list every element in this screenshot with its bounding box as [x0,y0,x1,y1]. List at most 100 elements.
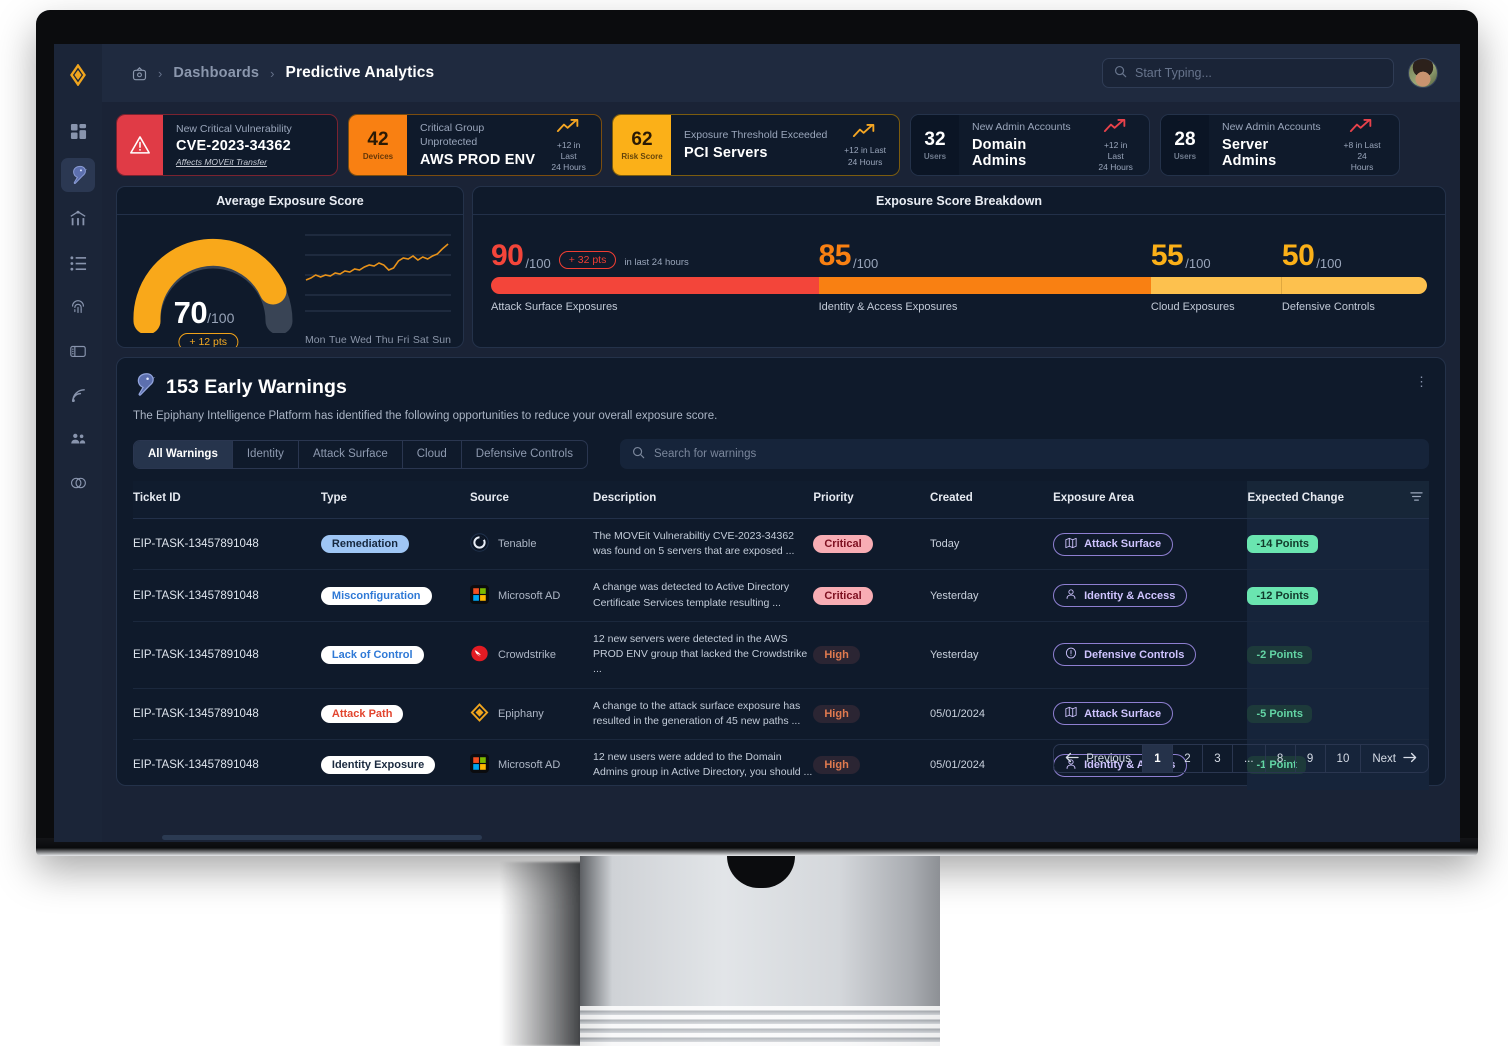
tab-defensive-controls[interactable]: Defensive Controls [462,441,587,468]
pagination-page-10[interactable]: 10 [1326,745,1362,772]
priority-badge: Critical [813,586,873,605]
kpi-trend-line2: 24 Hours [1098,162,1133,173]
early-warnings-header: 153 Early Warnings [133,372,1429,402]
source-label: Crowdstrike [497,648,557,661]
warning-triangle-icon [117,115,163,175]
cell-ticket-id: EIP-TASK-13457891048 [133,688,321,740]
screenshot-scene: › Dashboards › Predictive Analytics Star… [0,0,1508,1046]
gauge-delta-badge: + 12 pts [178,333,239,347]
table-row[interactable]: EIP-TASK-13457891048 Lack of Control Cro… [133,621,1429,689]
sidebar-item-inventory[interactable] [61,246,95,280]
type-badge: Lack of Control [320,645,424,664]
tab-attack-surface[interactable]: Attack Surface [299,440,403,468]
pagination-next[interactable]: Next [1361,745,1428,772]
source-label: Microsoft AD [497,759,561,772]
home-icon[interactable] [132,66,147,81]
breakdown-delta-note: in last 24 hours [624,257,689,268]
cell-priority: High [813,621,930,689]
breakdown-labels: Attack Surface Exposures Identity & Acce… [491,301,1427,323]
global-search-input[interactable]: Start Typing... [1102,58,1394,88]
kpi-card-critical-group-unprotected[interactable]: 42 Devices Critical Group Unprotected AW… [348,114,602,176]
app-logo-icon[interactable] [61,58,95,92]
cell-created: 05/01/2024 [929,759,986,772]
pagination-page-8[interactable]: 8 [1266,745,1296,772]
breakdown-score-attack-surface: 90 /100 + 32 pts in last 24 hours [491,239,689,272]
kpi-badge: 62 Risk Score [613,115,671,175]
kpi-badge-unit: Users [1173,151,1197,161]
column-ticket-id[interactable]: Ticket ID [133,481,321,519]
column-priority[interactable]: Priority [813,481,930,519]
kpi-value: Domain Admins [972,136,1027,169]
kpi-card-server-admins[interactable]: 28 Users New Admin Accounts Server Admin… [1160,114,1400,176]
kpi-card-exposure-threshold-exceeded[interactable]: 62 Risk Score Exposure Threshold Exceede… [612,114,900,176]
warnings-toolbar: All Warnings Identity Attack Surface Clo… [133,439,1429,469]
kpi-card-domain-admins[interactable]: 32 Users New Admin Accounts Domain Admin… [910,114,1150,176]
warnings-search-input[interactable]: Search for warnings [619,439,1429,469]
breadcrumb-parent[interactable]: Dashboards [173,65,259,81]
column-exposure-area[interactable]: Exposure Area [1053,481,1248,519]
priority-badge: High [813,756,860,775]
avatar[interactable] [1408,58,1438,88]
kpi-badge-number: 62 [631,128,653,150]
table-row[interactable]: EIP-TASK-13457891048 Attack Path Epiphan… [133,688,1429,740]
expected-change-badge: -2 Points [1247,645,1312,664]
microsoft-icon [469,754,489,776]
pagination-page-2[interactable]: 2 [1173,745,1203,772]
global-search-placeholder: Start Typing... [1135,66,1212,80]
cell-type: Remediation [320,518,470,571]
sidebar-item-dashboard[interactable] [61,114,95,148]
trend-up-icon [556,117,582,139]
kpi-sublabel[interactable]: Affects MOVEit Transfer [176,157,292,167]
cell-type: Misconfiguration [320,569,470,622]
column-type[interactable]: Type [320,481,470,519]
column-source[interactable]: Source [469,481,594,519]
table-row[interactable]: EIP-TASK-13457891048 Misconfiguration Mi… [133,569,1429,622]
shield-alert-icon [1065,647,1077,662]
tab-all-warnings[interactable]: All Warnings [134,440,233,468]
tab-identity[interactable]: Identity [233,440,299,468]
kpi-trend-line2: 24 Hours [847,157,883,167]
pagination-page-1[interactable]: 1 [1142,745,1173,772]
exposure-area-label: Attack Surface [1084,538,1162,551]
column-created[interactable]: Created [929,481,1054,519]
pagination-page-9[interactable]: 9 [1296,745,1326,772]
bar-segment-identity-access [818,277,1151,294]
cell-description: The MOVEit Vulnerabiltiy CVE-2023-34362 … [593,518,814,571]
sidebar-item-reports[interactable] [61,334,95,368]
sidebar-item-identity[interactable] [61,290,95,324]
pagination-previous[interactable]: Previous [1054,745,1143,772]
cell-created: Yesterday [929,569,1054,622]
kpi-badge-unit: Devices [362,151,394,161]
sidebar-item-feeds[interactable] [61,378,95,412]
day-label: Thu [375,334,394,346]
pagination-page-3[interactable]: 3 [1203,745,1233,772]
cell-ticket-id: EIP-TASK-13457891048 [133,518,321,571]
priority-badge: High [813,645,860,664]
sidebar-item-predictive-analytics[interactable] [61,158,95,192]
score-value: 90 [491,239,524,272]
column-expected-change[interactable]: Expected Change [1247,481,1429,519]
more-vertical-icon[interactable]: ⋮ [1415,374,1429,390]
gauge-score: 70 [173,295,208,330]
tab-cloud[interactable]: Cloud [403,440,462,468]
bar-segment-defensive-controls [1281,277,1427,294]
sidebar-item-integrations[interactable] [61,466,95,500]
sidebar-item-attack-paths[interactable] [61,202,95,236]
priority-badge: High [813,704,860,723]
horizontal-scrollbar[interactable] [162,835,482,840]
table-row[interactable]: EIP-TASK-13457891048 Remediation Tenable [133,518,1429,571]
breakdown-score-defensive-controls: 50 /100 [1282,241,1342,272]
priority-badge: Critical [813,535,873,554]
kpi-label: Critical Group Unprotected [420,122,485,148]
gauge-value-wrap: 70/100 [129,295,279,331]
kpi-trend-line2: Hours [1350,162,1374,173]
kpi-trend: +8 in Last 24 Hours [1338,117,1386,173]
score-out-of: /100 [525,256,551,271]
kpi-label: Exposure Threshold Exceeded [684,129,828,142]
filter-icon[interactable] [1410,491,1423,505]
column-description[interactable]: Description [593,481,814,519]
sidebar-item-users[interactable] [61,422,95,456]
kpi-card-critical-vulnerability[interactable]: New Critical Vulnerability CVE-2023-3436… [116,114,338,176]
exposure-area-label: Identity & Access [1084,589,1176,602]
description-text: A change to the attack surface exposure … [593,699,801,727]
